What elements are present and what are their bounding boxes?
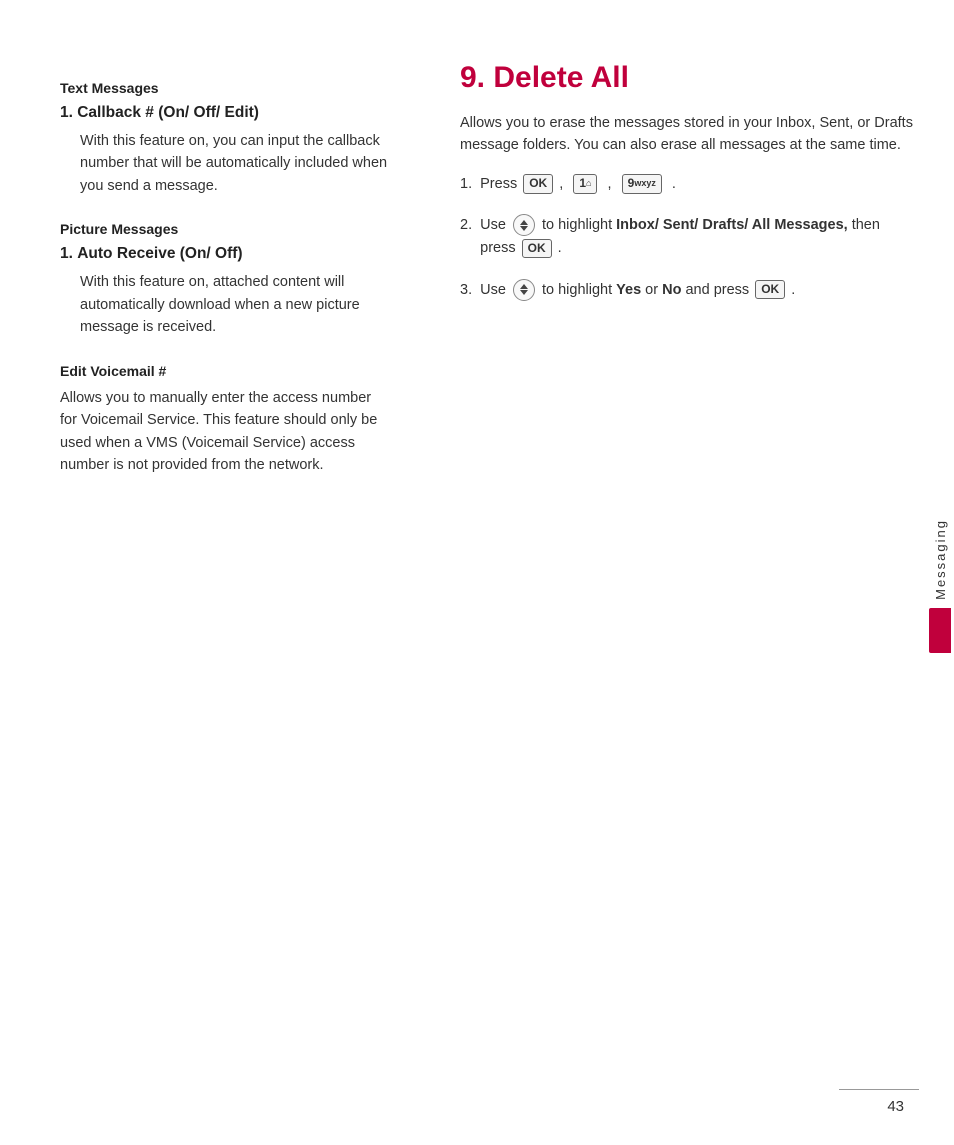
step-2: 2. Use to highlight Inbox/ Sent/ Drafts/… bbox=[460, 214, 914, 260]
nine-button-icon: 9wxyz bbox=[622, 174, 662, 194]
step-1: 1. Press OK , 1⌂ , 9wxyz . bbox=[460, 173, 914, 196]
page-number: 43 bbox=[887, 1098, 904, 1115]
edit-voicemail-header: Edit Voicemail # bbox=[60, 363, 390, 379]
picture-messages-header: Picture Messages bbox=[60, 221, 390, 237]
right-column: 9. Delete All Allows you to erase the me… bbox=[420, 0, 954, 1145]
step-2-num: 2. bbox=[460, 214, 476, 237]
step-1-num: 1. bbox=[460, 173, 476, 196]
page-container: Text Messages 1. Callback # (On/ Off/ Ed… bbox=[0, 0, 954, 1145]
page-separator bbox=[839, 1089, 919, 1090]
sidebar-tab: Messaging bbox=[926, 493, 954, 653]
ok-button-icon-2: OK bbox=[522, 239, 552, 259]
auto-receive-body: With this feature on, attached content w… bbox=[80, 271, 390, 338]
delete-all-intro: Allows you to erase the messages stored … bbox=[460, 112, 914, 157]
auto-receive-title: 1. Auto Receive (On/ Off) bbox=[60, 245, 390, 263]
left-column: Text Messages 1. Callback # (On/ Off/ Ed… bbox=[0, 0, 420, 1145]
ok-button-icon-3: OK bbox=[755, 280, 785, 300]
delete-all-heading: 9. Delete All bbox=[460, 60, 914, 96]
step-3: 3. Use to highlight Yes or No and press … bbox=[460, 279, 914, 302]
callback-title: 1. Callback # (On/ Off/ Edit) bbox=[60, 104, 390, 122]
step-3-content: Use to highlight Yes or No and press OK … bbox=[480, 279, 914, 302]
step-2-content: Use to highlight Inbox/ Sent/ Drafts/ Al… bbox=[480, 214, 914, 260]
step-3-num: 3. bbox=[460, 279, 476, 302]
step-1-content: Press OK , 1⌂ , 9wxyz . bbox=[480, 173, 914, 196]
voicemail-body: Allows you to manually enter the access … bbox=[60, 387, 390, 477]
one-button-icon: 1⌂ bbox=[573, 174, 597, 194]
sidebar-tab-text: Messaging bbox=[933, 511, 948, 600]
nav-icon-3 bbox=[513, 279, 535, 301]
nav-icon-2 bbox=[513, 214, 535, 236]
callback-body: With this feature on, you can input the … bbox=[80, 130, 390, 197]
ok-button-icon-1: OK bbox=[523, 174, 553, 194]
sidebar-tab-bar bbox=[929, 608, 951, 653]
text-messages-header: Text Messages bbox=[60, 80, 390, 96]
